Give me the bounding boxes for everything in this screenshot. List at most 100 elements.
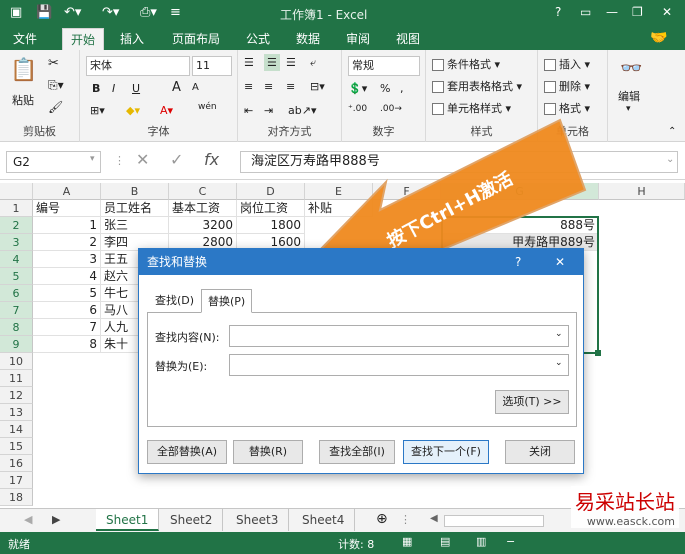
- col-header-a[interactable]: A: [33, 183, 101, 200]
- align-middle-icon[interactable]: ☰: [264, 54, 280, 71]
- minimize-button[interactable]: —: [606, 5, 618, 19]
- currency-icon[interactable]: 💲▾: [348, 82, 367, 95]
- row-header-12[interactable]: 12: [0, 387, 33, 404]
- cut-icon[interactable]: ✂: [48, 56, 59, 71]
- sheet-tab-2[interactable]: Sheet2: [160, 509, 224, 531]
- close-button[interactable]: ✕: [662, 5, 672, 19]
- align-center-icon[interactable]: ≡: [264, 80, 273, 93]
- merge-center-icon[interactable]: ⊟▾: [310, 80, 325, 93]
- increase-indent-icon[interactable]: ⇥: [264, 104, 273, 117]
- col-header-e[interactable]: E: [305, 183, 373, 200]
- zoom-out-icon[interactable]: −: [506, 535, 515, 548]
- scroll-left-icon[interactable]: ◀: [430, 513, 438, 524]
- sheet-tab-4[interactable]: Sheet4: [292, 509, 356, 531]
- add-sheet-icon[interactable]: ⊕: [376, 511, 388, 527]
- cell-a9[interactable]: 8: [33, 336, 101, 353]
- col-header-b[interactable]: B: [101, 183, 169, 200]
- cell-a7[interactable]: 6: [33, 302, 101, 319]
- tab-review[interactable]: 审阅: [338, 28, 378, 50]
- editing-dropdown-icon[interactable]: ▾: [626, 104, 631, 114]
- enter-icon[interactable]: ✓: [170, 150, 183, 169]
- row-header-7[interactable]: 7: [0, 302, 33, 319]
- tab-insert[interactable]: 插入: [112, 28, 152, 50]
- tab-view[interactable]: 视图: [388, 28, 428, 50]
- cell-d1[interactable]: 岗位工资: [237, 200, 305, 217]
- replace-input[interactable]: [229, 354, 569, 376]
- row-header-5[interactable]: 5: [0, 268, 33, 285]
- comma-button[interactable]: ,: [400, 82, 404, 95]
- expand-formula-icon[interactable]: ⌄: [666, 154, 674, 165]
- percent-button[interactable]: %: [380, 82, 390, 95]
- horizontal-scrollbar[interactable]: [444, 515, 544, 527]
- insert-cells-button[interactable]: 插入 ▾: [544, 56, 590, 72]
- save-icon[interactable]: 💾: [36, 5, 52, 20]
- align-right-icon[interactable]: ≡: [286, 80, 295, 93]
- row-header-15[interactable]: 15: [0, 438, 33, 455]
- cell-a8[interactable]: 7: [33, 319, 101, 336]
- italic-button[interactable]: I: [112, 82, 115, 95]
- select-all-corner[interactable]: [0, 183, 33, 200]
- cell-e1[interactable]: 补贴: [305, 200, 373, 217]
- cell-a3[interactable]: 2: [33, 234, 101, 251]
- cell-b1[interactable]: 员工姓名: [101, 200, 169, 217]
- align-left-icon[interactable]: ≡: [244, 80, 253, 93]
- normal-view-icon[interactable]: ▦: [402, 535, 412, 548]
- cell-styles-button[interactable]: 单元格样式 ▾: [432, 100, 511, 116]
- tab-replace[interactable]: 替换(P): [201, 289, 253, 313]
- cell-a2[interactable]: 1: [33, 217, 101, 234]
- tab-file[interactable]: 文件: [0, 28, 50, 50]
- row-header-11[interactable]: 11: [0, 370, 33, 387]
- format-as-table-button[interactable]: 套用表格格式 ▾: [432, 78, 522, 94]
- orientation-icon[interactable]: ab↗▾: [288, 104, 316, 117]
- font-name-select[interactable]: 宋体: [86, 56, 190, 76]
- sheet-tab-1[interactable]: Sheet1: [96, 509, 160, 531]
- tab-find[interactable]: 查找(D): [149, 289, 200, 313]
- replace-dropdown-icon[interactable]: ⌄: [555, 358, 563, 368]
- shrink-font-button[interactable]: A: [192, 82, 199, 93]
- fill-color-icon[interactable]: ◆▾: [126, 104, 140, 117]
- cell-a1[interactable]: 编号: [33, 200, 101, 217]
- fill-handle[interactable]: [595, 350, 601, 356]
- row-header-13[interactable]: 13: [0, 404, 33, 421]
- underline-button[interactable]: U: [132, 82, 140, 95]
- page-layout-view-icon[interactable]: ▤: [440, 535, 450, 548]
- number-format-select[interactable]: 常规: [348, 56, 420, 76]
- next-sheet-icon[interactable]: ▶: [52, 513, 60, 526]
- formula-input[interactable]: 海淀区万寿路甲888号: [240, 151, 678, 173]
- fx-icon[interactable]: fx: [204, 150, 219, 169]
- border-icon[interactable]: ⊞▾: [90, 104, 105, 117]
- paste-button[interactable]: 粘贴: [12, 92, 34, 108]
- collapse-ribbon-icon[interactable]: ⌃: [668, 126, 676, 137]
- print-preview-icon[interactable]: ⎙▾: [140, 5, 157, 20]
- increase-decimal-icon[interactable]: ⁺.00: [348, 104, 367, 114]
- options-button[interactable]: 选项(T) >>: [495, 390, 569, 414]
- align-top-icon[interactable]: ☰: [244, 56, 254, 69]
- binoculars-icon[interactable]: 👓: [620, 58, 642, 79]
- sheet-tab-3[interactable]: Sheet3: [226, 509, 290, 531]
- help-button[interactable]: ?: [555, 5, 561, 19]
- row-header-2[interactable]: 2: [0, 217, 33, 234]
- font-size-select[interactable]: 11: [192, 56, 232, 76]
- cell-b2[interactable]: 张三: [101, 217, 169, 234]
- find-next-button[interactable]: 查找下一个(F): [403, 440, 489, 464]
- editing-button[interactable]: 编辑: [618, 88, 640, 104]
- prev-sheet-icon[interactable]: ◀: [24, 513, 32, 526]
- row-header-1[interactable]: 1: [0, 200, 33, 217]
- row-header-4[interactable]: 4: [0, 251, 33, 268]
- paste-icon[interactable]: 📋: [10, 58, 37, 83]
- col-header-d[interactable]: D: [237, 183, 305, 200]
- name-box[interactable]: G2: [6, 151, 101, 173]
- cell-c1[interactable]: 基本工资: [169, 200, 237, 217]
- row-header-8[interactable]: 8: [0, 319, 33, 336]
- cell-c2[interactable]: 3200: [169, 217, 237, 234]
- tab-data[interactable]: 数据: [288, 28, 328, 50]
- cell-a4[interactable]: 3: [33, 251, 101, 268]
- find-all-button[interactable]: 查找全部(I): [319, 440, 395, 464]
- delete-cells-button[interactable]: 删除 ▾: [544, 78, 590, 94]
- bold-button[interactable]: B: [92, 82, 100, 95]
- align-bottom-icon[interactable]: ☰: [286, 56, 296, 69]
- redo-icon[interactable]: ↷▾: [102, 5, 119, 20]
- decrease-indent-icon[interactable]: ⇤: [244, 104, 253, 117]
- tab-formulas[interactable]: 公式: [238, 28, 278, 50]
- grow-font-button[interactable]: A: [172, 80, 181, 95]
